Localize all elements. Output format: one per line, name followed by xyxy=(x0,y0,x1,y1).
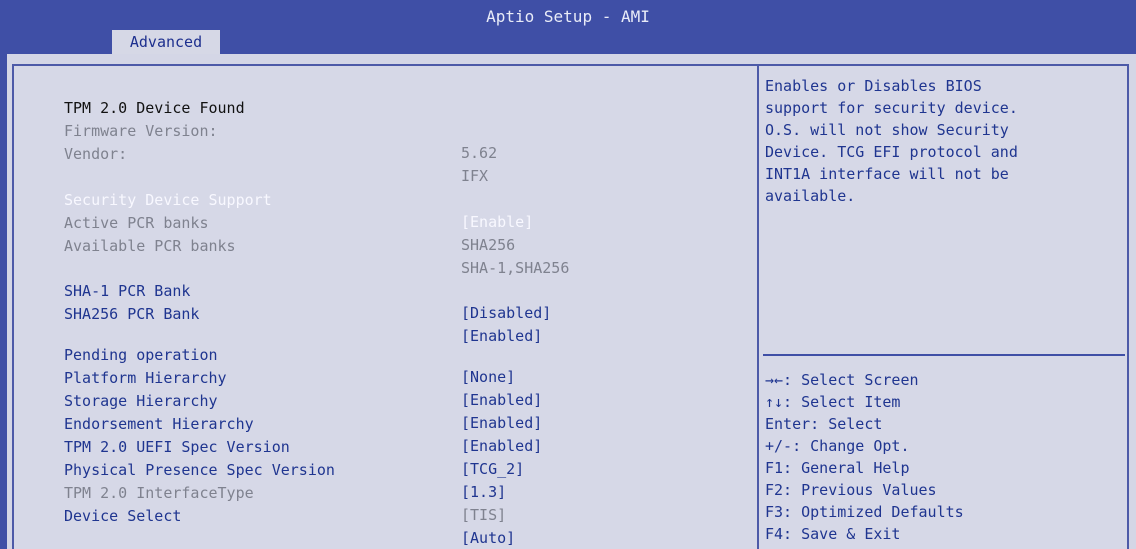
key-select-item: ↑↓: Select Item xyxy=(765,393,901,411)
platform-hierarchy-value[interactable]: [Enabled] xyxy=(461,389,542,411)
key-change-opt: +/-: Change Opt. xyxy=(765,437,910,455)
active-pcr-banks-row: Active PCR banks SHA256 xyxy=(64,190,515,254)
key-enter-select: Enter: Select xyxy=(765,415,883,433)
pending-operation-label: Pending operation xyxy=(64,346,218,364)
sha256-pcr-bank-value[interactable]: [Enabled] xyxy=(461,325,542,347)
device-select-value[interactable]: [Auto] xyxy=(461,527,515,549)
key-previous-values: F2: Previous Values xyxy=(765,481,937,499)
uefi-spec-version-value[interactable]: [TCG_2] xyxy=(461,458,524,480)
sha1-pcr-bank-value[interactable]: [Disabled] xyxy=(461,302,551,324)
device-select-label: Device Select xyxy=(64,507,182,525)
firmware-version-row: Firmware Version: 5.62 xyxy=(64,98,497,162)
endorsement-hierarchy-value[interactable]: [Enabled] xyxy=(461,435,542,457)
security-device-support-label: Security Device Support xyxy=(64,191,272,209)
help-description: Enables or Disables BIOS support for sec… xyxy=(765,77,1018,205)
physical-presence-spec-row[interactable]: Physical Presence Spec Version [1.3] xyxy=(64,437,506,501)
key-legend: →←: Select Screen ↑↓: Select Item Enter:… xyxy=(765,369,1125,545)
endorsement-hierarchy-label: Endorsement Hierarchy xyxy=(64,415,254,433)
available-pcr-banks-row: Available PCR banks SHA-1,SHA256 xyxy=(64,213,569,277)
physical-presence-spec-label: Physical Presence Spec Version xyxy=(64,461,335,479)
key-select-screen: →←: Select Screen xyxy=(765,371,919,389)
heading-label: TPM 2.0 Device Found xyxy=(64,99,245,117)
sha256-pcr-bank-label: SHA256 PCR Bank xyxy=(64,305,200,323)
device-select-row[interactable]: Device Select [Auto] xyxy=(64,483,515,547)
key-save-exit: F4: Save & Exit xyxy=(765,525,901,543)
title-bar: Aptio Setup - AMI Advanced xyxy=(0,0,1136,54)
security-device-support-row[interactable]: Security Device Support [Enable] xyxy=(64,167,533,231)
firmware-version-value: 5.62 xyxy=(461,144,498,162)
physical-presence-spec-value[interactable]: [1.3] xyxy=(461,481,506,503)
pending-operation-value[interactable]: [None] xyxy=(461,366,515,388)
active-pcr-banks-value: SHA256 xyxy=(461,236,516,254)
section-heading: TPM 2.0 Device Found xyxy=(64,75,245,117)
pending-operation-row[interactable]: Pending operation [None] xyxy=(64,322,515,386)
sha256-pcr-bank-row[interactable]: SHA256 PCR Bank [Enabled] xyxy=(64,281,542,345)
security-device-support-value[interactable]: [Enable] xyxy=(461,211,533,233)
vendor-value: IFX xyxy=(461,167,489,185)
platform-hierarchy-label: Platform Hierarchy xyxy=(64,369,227,387)
help-divider xyxy=(763,354,1125,356)
interface-type-row: TPM 2.0 InterfaceType [TIS] xyxy=(64,460,506,524)
app-title: Aptio Setup - AMI xyxy=(486,7,650,26)
uefi-spec-version-label: TPM 2.0 UEFI Spec Version xyxy=(64,438,290,456)
interface-type-label: TPM 2.0 InterfaceType xyxy=(64,484,254,502)
key-general-help: F1: General Help xyxy=(765,459,910,477)
available-pcr-banks-label: Available PCR banks xyxy=(64,237,236,255)
platform-hierarchy-row[interactable]: Platform Hierarchy [Enabled] xyxy=(64,345,542,409)
sha1-pcr-bank-label: SHA-1 PCR Bank xyxy=(64,282,191,300)
tab-advanced[interactable]: Advanced xyxy=(112,30,220,54)
available-pcr-banks-value: SHA-1,SHA256 xyxy=(461,259,570,277)
firmware-version-label: Firmware Version: xyxy=(64,122,218,140)
active-pcr-banks-label: Active PCR banks xyxy=(64,214,209,232)
interface-type-value: [TIS] xyxy=(461,506,507,524)
vendor-label: Vendor: xyxy=(64,145,128,163)
storage-hierarchy-value[interactable]: [Enabled] xyxy=(461,412,542,434)
key-optimized-defaults: F3: Optimized Defaults xyxy=(765,503,964,521)
storage-hierarchy-row[interactable]: Storage Hierarchy [Enabled] xyxy=(64,368,542,432)
endorsement-hierarchy-row[interactable]: Endorsement Hierarchy [Enabled] xyxy=(64,391,542,455)
storage-hierarchy-label: Storage Hierarchy xyxy=(64,392,218,410)
vendor-row: Vendor: IFX xyxy=(64,121,488,185)
sha1-pcr-bank-row[interactable]: SHA-1 PCR Bank [Disabled] xyxy=(64,258,551,322)
uefi-spec-version-row[interactable]: TPM 2.0 UEFI Spec Version [TCG_2] xyxy=(64,414,524,478)
